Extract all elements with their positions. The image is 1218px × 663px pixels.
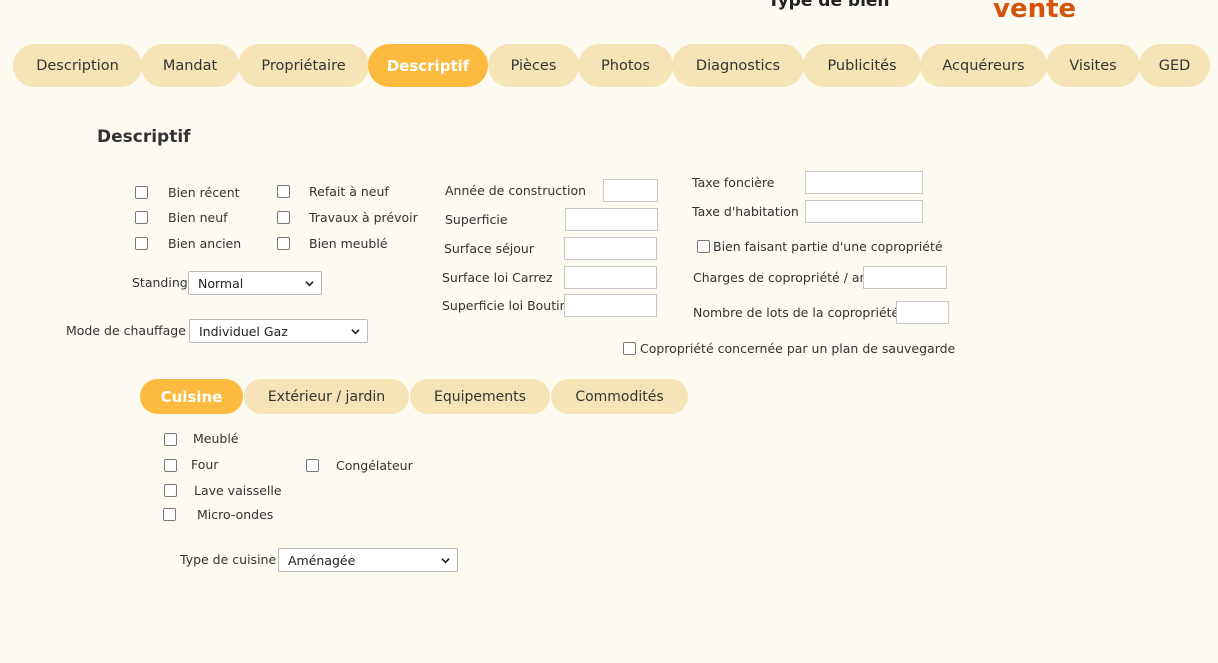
- charges-input[interactable]: [863, 266, 947, 289]
- transaction-type: vente: [993, 0, 1077, 24]
- micro-ondes-label: Micro-ondes: [197, 507, 274, 522]
- tab-visites[interactable]: Visites: [1046, 44, 1140, 87]
- travaux-label: Travaux à prévoir: [309, 210, 418, 225]
- meuble-checkbox[interactable]: [164, 433, 177, 446]
- copropriete-label: Bien faisant partie d'une copropriété: [713, 239, 943, 254]
- subtab-cuisine[interactable]: Cuisine: [140, 379, 243, 414]
- bien-recent-label: Bien récent: [168, 185, 240, 200]
- lave-vaisselle-label: Lave vaisselle: [194, 483, 282, 498]
- tab-descriptif[interactable]: Descriptif: [368, 44, 488, 87]
- surface-sejour-input[interactable]: [564, 237, 657, 260]
- bien-ancien-label: Bien ancien: [168, 236, 242, 251]
- congelateur-checkbox[interactable]: [306, 459, 319, 472]
- surface-carrez-input[interactable]: [564, 266, 657, 289]
- property-type-label: Type de bien: [768, 0, 890, 11]
- surface-sejour-label: Surface séjour: [444, 241, 534, 256]
- tab-description[interactable]: Description: [13, 44, 142, 87]
- four-checkbox[interactable]: [164, 459, 177, 472]
- taxe-habitation-label: Taxe d'habitation: [692, 204, 799, 219]
- chevron-down-icon: [351, 329, 360, 335]
- subtab-commodites[interactable]: Commodités: [551, 379, 688, 414]
- chauffage-label: Mode de chauffage: [66, 323, 186, 338]
- micro-ondes-checkbox[interactable]: [163, 508, 176, 521]
- subtab-equipements[interactable]: Equipements: [410, 379, 550, 414]
- refait-neuf-label: Refait à neuf: [309, 184, 389, 199]
- bien-neuf-checkbox[interactable]: [135, 211, 148, 224]
- surface-carrez-label: Surface loi Carrez: [442, 270, 553, 285]
- annee-construction-label: Année de construction: [445, 183, 587, 198]
- chevron-down-icon: [305, 281, 314, 287]
- bien-recent-checkbox[interactable]: [135, 186, 148, 199]
- bien-meuble-label: Bien meublé: [309, 236, 388, 251]
- superficie-boutin-label: Superficie loi Boutin: [442, 298, 568, 313]
- superficie-input[interactable]: [565, 208, 658, 231]
- lave-vaisselle-checkbox[interactable]: [164, 484, 177, 497]
- annee-construction-input[interactable]: [603, 179, 658, 202]
- superficie-boutin-input[interactable]: [564, 294, 657, 317]
- four-label: Four: [191, 457, 219, 472]
- standing-value: Normal: [198, 275, 244, 291]
- bien-neuf-label: Bien neuf: [168, 210, 228, 225]
- tab-mandat[interactable]: Mandat: [141, 44, 239, 87]
- plan-sauvegarde-checkbox[interactable]: [623, 342, 636, 355]
- tab-ged[interactable]: GED: [1139, 44, 1210, 87]
- tab-photos[interactable]: Photos: [578, 44, 673, 87]
- chauffage-select[interactable]: Individuel Gaz: [189, 319, 368, 343]
- nombre-lots-input[interactable]: [896, 301, 949, 324]
- taxe-fonciere-input[interactable]: [805, 171, 923, 194]
- type-cuisine-select[interactable]: Aménagée: [278, 548, 458, 572]
- subtab-exterieur[interactable]: Extérieur / jardin: [244, 379, 409, 414]
- taxe-habitation-input[interactable]: [805, 200, 923, 223]
- section-title: Descriptif: [97, 127, 191, 147]
- taxe-fonciere-label: Taxe foncière: [692, 175, 775, 190]
- congelateur-label: Congélateur: [336, 458, 413, 473]
- chevron-down-icon: [441, 558, 450, 564]
- bien-ancien-checkbox[interactable]: [135, 237, 148, 250]
- bien-meuble-checkbox[interactable]: [277, 237, 290, 250]
- tab-diagnostics[interactable]: Diagnostics: [672, 44, 804, 87]
- copropriete-checkbox[interactable]: [697, 240, 710, 253]
- tab-publicites[interactable]: Publicités: [803, 44, 921, 87]
- travaux-checkbox[interactable]: [277, 211, 290, 224]
- tab-pieces[interactable]: Pièces: [488, 44, 579, 87]
- plan-sauvegarde-label: Copropriété concernée par un plan de sau…: [640, 341, 956, 356]
- type-cuisine-value: Aménagée: [288, 552, 356, 568]
- nombre-lots-label: Nombre de lots de la copropriété: [693, 305, 900, 320]
- charges-label: Charges de copropriété / an: [693, 270, 868, 285]
- chauffage-value: Individuel Gaz: [199, 323, 288, 339]
- standing-select[interactable]: Normal: [188, 271, 322, 295]
- tab-acquereurs[interactable]: Acquéreurs: [920, 44, 1047, 87]
- meuble-label: Meublé: [193, 431, 239, 446]
- superficie-label: Superficie: [445, 212, 508, 227]
- refait-neuf-checkbox[interactable]: [277, 185, 290, 198]
- tab-proprietaire[interactable]: Propriétaire: [238, 44, 369, 87]
- standing-label: Standing: [132, 275, 188, 290]
- type-cuisine-label: Type de cuisine: [180, 552, 277, 567]
